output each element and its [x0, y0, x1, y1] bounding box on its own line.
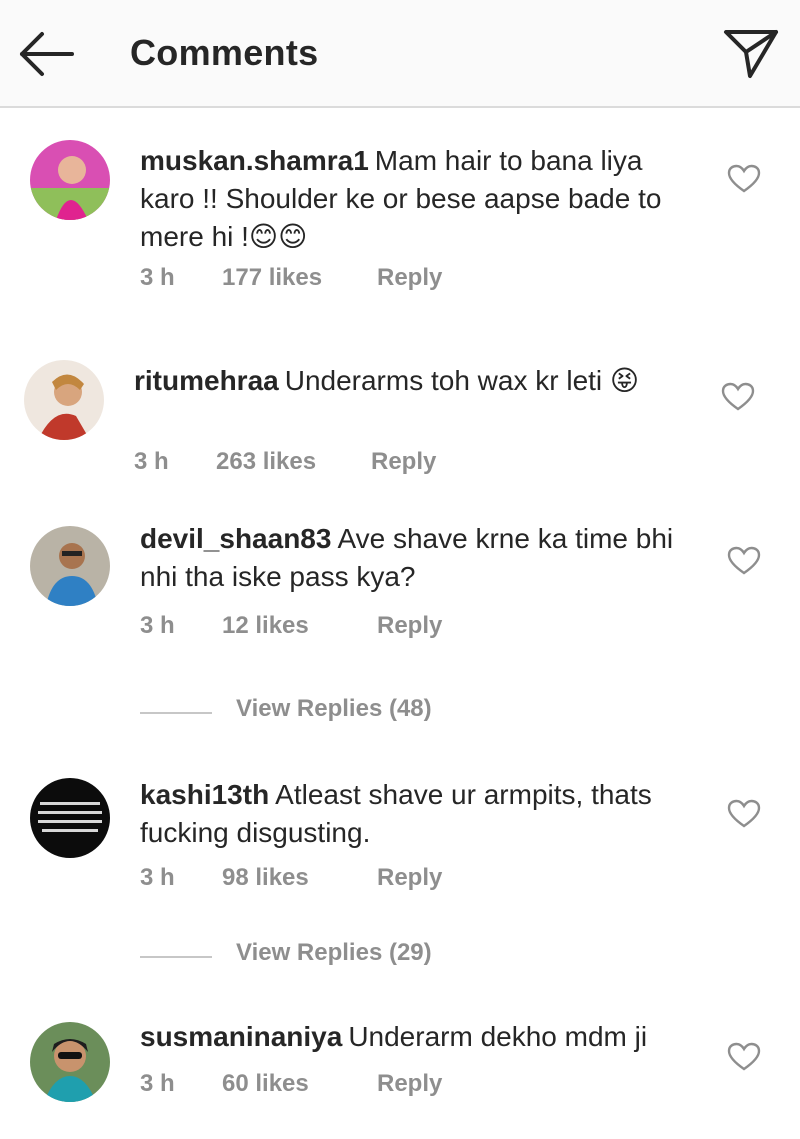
comment-body: kashi13th Atleast shave ur armpits, thats…	[140, 776, 680, 852]
back-button[interactable]	[14, 26, 78, 82]
comment-meta: 3 h 98 likes Reply	[140, 864, 442, 892]
avatar[interactable]	[30, 778, 110, 858]
comment-body: ritumehraa Underarms toh wax kr leti 😝	[134, 362, 674, 400]
comment-likes[interactable]: 177 likes	[222, 264, 377, 292]
comment-body: muskan.shamra1 Mam hair to bana liya karo…	[140, 142, 695, 256]
heart-icon[interactable]	[721, 382, 755, 412]
top-bar: Comments	[0, 0, 800, 108]
reply-button[interactable]: Reply	[377, 264, 442, 292]
heart-icon[interactable]	[727, 1042, 761, 1072]
view-replies-button[interactable]: View Replies (48)	[140, 695, 540, 729]
heart-icon[interactable]	[727, 799, 761, 829]
view-replies-label: View Replies (29)	[236, 939, 432, 966]
paper-plane-icon	[724, 30, 778, 78]
arrow-left-icon	[20, 32, 74, 76]
comment-likes[interactable]: 12 likes	[222, 612, 377, 640]
view-replies-label: View Replies (48)	[236, 695, 432, 722]
comment-username[interactable]: muskan.shamra1	[140, 145, 369, 176]
view-replies-button[interactable]: View Replies (29)	[140, 939, 540, 973]
comment-body: susmaninaniya Underarm dekho mdm ji	[140, 1018, 710, 1056]
comment-time: 3 h	[134, 448, 169, 475]
comment-meta: 3 h 60 likes Reply	[140, 1070, 442, 1098]
reply-button[interactable]: Reply	[377, 1070, 442, 1098]
divider	[140, 712, 212, 714]
share-button[interactable]	[720, 24, 782, 82]
comment-text: Underarms toh wax kr leti 😝	[284, 365, 640, 396]
reply-button[interactable]: Reply	[377, 864, 442, 892]
comment-meta: 3 h 12 likes Reply	[140, 612, 442, 640]
comment-likes[interactable]: 60 likes	[222, 1070, 377, 1098]
heart-icon[interactable]	[727, 164, 761, 194]
comment-time: 3 h	[140, 864, 175, 891]
page-title: Comments	[130, 32, 319, 73]
comment-username[interactable]: devil_shaan83	[140, 523, 331, 554]
comment-time: 3 h	[140, 612, 175, 639]
avatar[interactable]	[24, 360, 104, 440]
comment-meta: 3 h 177 likes Reply	[140, 264, 442, 292]
comment-username[interactable]: susmaninaniya	[140, 1021, 342, 1052]
reply-button[interactable]: Reply	[371, 448, 436, 476]
avatar[interactable]	[30, 526, 110, 606]
comment-username[interactable]: kashi13th	[140, 779, 269, 810]
comment-body: devil_shaan83 Ave shave krne ka time bhi …	[140, 520, 690, 596]
divider	[140, 956, 212, 958]
avatar[interactable]	[30, 1022, 110, 1102]
comment-text: Underarm dekho mdm ji	[348, 1021, 648, 1052]
comment-meta: 3 h 263 likes Reply	[134, 448, 436, 476]
reply-button[interactable]: Reply	[377, 612, 442, 640]
comment-username[interactable]: ritumehraa	[134, 365, 279, 396]
avatar[interactable]	[30, 140, 110, 220]
heart-icon[interactable]	[727, 546, 761, 576]
comment-likes[interactable]: 98 likes	[222, 864, 377, 892]
comment-likes[interactable]: 263 likes	[216, 448, 371, 476]
comment-time: 3 h	[140, 1070, 175, 1097]
comment-time: 3 h	[140, 264, 175, 291]
